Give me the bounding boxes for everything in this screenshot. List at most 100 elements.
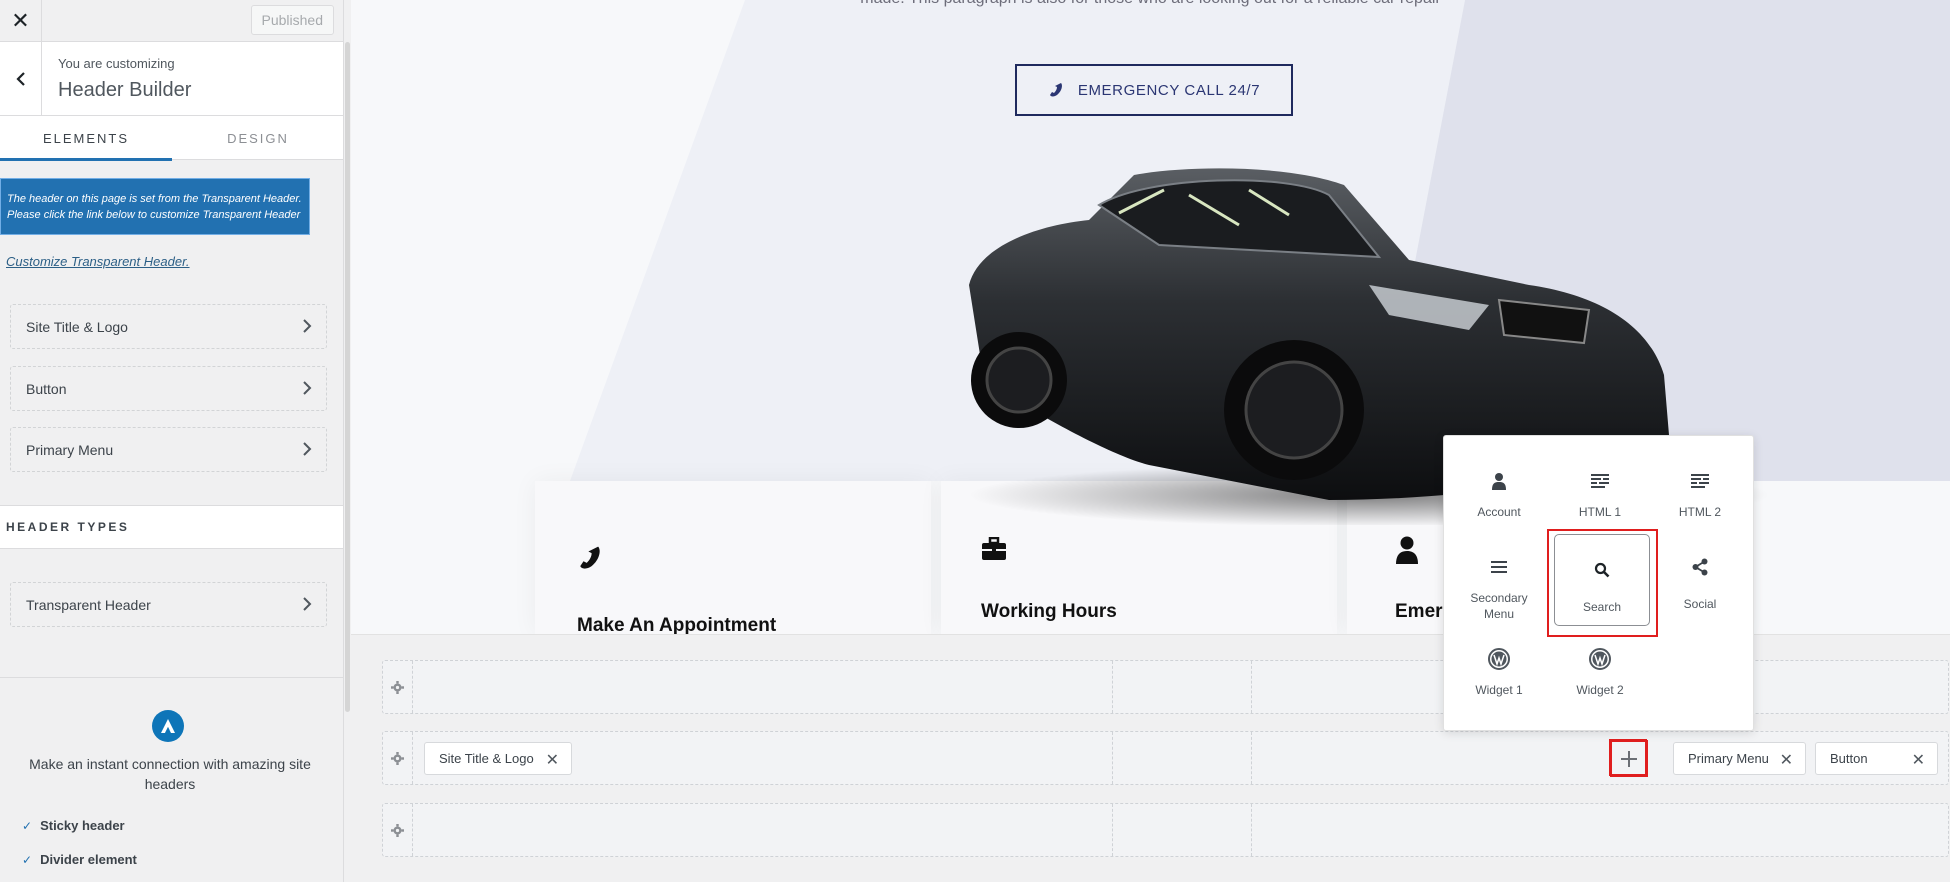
check-icon: ✓ [22, 818, 33, 833]
promo-text: Make an instant connection with amazing … [29, 756, 311, 792]
chevron-left-icon [15, 72, 25, 86]
astra-logo-icon [152, 710, 184, 742]
customize-transparent-header-link[interactable]: Customize Transparent Header. [6, 254, 190, 269]
gear-icon [391, 680, 404, 694]
chip-label: Site Title & Logo [439, 751, 534, 766]
scrollbar-thumb[interactable] [345, 42, 350, 712]
row-settings-button[interactable] [383, 732, 413, 784]
popup-item-label: Account [1477, 505, 1521, 519]
plus-icon [1621, 750, 1637, 767]
card-title: Emer [1395, 601, 1443, 622]
remove-icon[interactable]: ✕ [1780, 750, 1793, 770]
back-button[interactable] [0, 42, 42, 116]
builder-chip-primary-menu[interactable]: Primary Menu ✕ [1673, 742, 1806, 775]
sidebar-item-label: Button [26, 380, 67, 397]
sidebar-item-button[interactable]: Button [10, 366, 327, 411]
popup-item-label: Widget 1 [1475, 683, 1523, 697]
sidebar-item-transparent-header[interactable]: Transparent Header [10, 582, 327, 627]
user-icon [1396, 536, 1418, 564]
phone-icon [1049, 83, 1062, 97]
chevron-right-icon [303, 381, 312, 395]
briefcase-icon [982, 537, 1006, 560]
column-divider [1251, 732, 1252, 784]
chevron-right-icon [303, 319, 312, 333]
builder-chip-button[interactable]: Button ✕ [1815, 742, 1938, 775]
column-divider [1112, 661, 1113, 713]
popup-item-label: HTML 2 [1678, 505, 1722, 519]
account-icon [1492, 473, 1506, 490]
popup-item-widget-1[interactable]: Widget 1 [1449, 624, 1549, 704]
builder-chip-site-title-logo[interactable]: Site Title & Logo ✕ [424, 742, 572, 775]
popup-item-label: Widget 2 [1576, 683, 1624, 697]
sidebar-item-label: Site Title & Logo [26, 318, 128, 335]
check-icon: ✓ [22, 852, 33, 867]
customizer-section-header: You are customizing Header Builder [0, 42, 343, 116]
tab-elements[interactable]: ELEMENTS [0, 116, 172, 161]
add-element-popup: Account HTML 1 HTML 2 Secondary Menu Sea… [1443, 435, 1754, 731]
notice-line-2: Please click the link below to customize… [7, 209, 301, 221]
card-title: Make An Appointment [577, 615, 777, 634]
row-settings-button[interactable] [383, 804, 413, 856]
sidebar-item-label: Primary Menu [26, 441, 114, 458]
gear-icon [391, 751, 404, 765]
promo-divider [0, 677, 343, 678]
popup-item-account[interactable]: Account [1449, 446, 1549, 526]
feature-sticky-header: ✓ Sticky header [22, 818, 125, 833]
tab-bar: ELEMENTS DESIGN [0, 116, 343, 161]
feature-label: Sticky header [40, 818, 125, 833]
customizing-label: You are customizing [58, 56, 175, 71]
tab-design[interactable]: DESIGN [172, 116, 343, 160]
popup-item-social[interactable]: Social [1650, 532, 1750, 612]
builder-row-bottom[interactable] [382, 803, 1949, 857]
popup-item-widget-2[interactable]: Widget 2 [1550, 624, 1650, 704]
phone-icon [580, 546, 600, 569]
close-icon: ✕ [11, 8, 30, 33]
column-divider [1251, 804, 1252, 856]
sidebar-scrollbar[interactable] [344, 42, 351, 882]
popup-item-html-2[interactable]: HTML 2 [1650, 446, 1750, 526]
remove-icon[interactable]: ✕ [546, 750, 559, 770]
emergency-call-label: EMERGENCY CALL 24/7 [1077, 81, 1261, 99]
chip-label: Button [1830, 751, 1868, 766]
feature-label: Divider element [40, 852, 137, 867]
header-types-heading: HEADER TYPES [0, 505, 343, 549]
column-divider [1251, 661, 1252, 713]
feature-divider-element: ✓ Divider element [22, 852, 137, 867]
html-icon [1691, 474, 1709, 488]
published-button[interactable]: Published [250, 5, 334, 35]
customizer-topbar: ✕ Published [0, 0, 343, 42]
menu-icon [1491, 561, 1507, 573]
section-title: Header Builder [58, 79, 192, 101]
share-icon [1692, 558, 1708, 576]
chevron-right-icon [303, 597, 312, 611]
builder-row-primary[interactable]: Site Title & Logo ✕ Primary Menu ✕ Butto… [382, 731, 1949, 785]
popup-item-html-1[interactable]: HTML 1 [1550, 446, 1650, 526]
wordpress-icon [1488, 648, 1510, 670]
sidebar-item-primary-menu[interactable]: Primary Menu [10, 427, 327, 472]
row-settings-button[interactable] [383, 661, 413, 713]
hero-paragraph: made. This paragraph is also for those w… [351, 0, 1950, 8]
add-element-button[interactable] [1610, 740, 1648, 777]
card-title: Working Hours [981, 601, 1117, 622]
gear-icon [391, 823, 404, 837]
close-customizer-button[interactable]: ✕ [0, 0, 42, 42]
emergency-call-button[interactable]: EMERGENCY CALL 24/7 [1015, 64, 1293, 116]
wordpress-icon [1589, 648, 1611, 670]
popup-item-label: HTML 1 [1578, 505, 1622, 519]
html-icon [1591, 474, 1609, 488]
popup-item-search[interactable]: Search [1554, 534, 1650, 626]
sidebar-item-site-title-logo[interactable]: Site Title & Logo [10, 304, 327, 349]
popup-item-label: Secondary Menu [1470, 591, 1528, 621]
chevron-right-icon [303, 442, 312, 456]
notice-line-1: The header on this page is set from the … [7, 193, 302, 205]
column-divider [1112, 804, 1113, 856]
chip-label: Primary Menu [1688, 751, 1769, 766]
popup-item-label: Search [1582, 600, 1622, 614]
search-icon [1594, 562, 1610, 578]
customizer-sidebar: ✕ Published You are customizing Header B… [0, 0, 344, 882]
column-divider [1112, 732, 1113, 784]
remove-icon[interactable]: ✕ [1912, 750, 1925, 770]
popup-item-secondary-menu[interactable]: Secondary Menu [1449, 532, 1549, 622]
transparent-header-notice: The header on this page is set from the … [0, 178, 310, 235]
popup-item-label: Social [1683, 597, 1717, 611]
